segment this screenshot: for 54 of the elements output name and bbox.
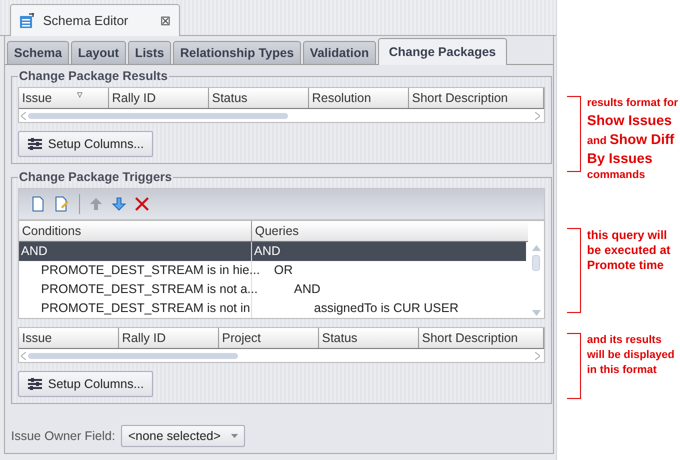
condition-item[interactable]: PROMOTE_DEST_STREAM is in hie... — [19, 261, 260, 280]
new-document-icon[interactable] — [31, 196, 45, 212]
group-title: Change Package Results — [18, 69, 169, 83]
column-header[interactable]: Short Description — [419, 328, 544, 348]
scroll-down-icon[interactable] — [532, 310, 540, 316]
setup-columns-button[interactable]: Setup Columns... — [18, 371, 153, 397]
column-header[interactable]: Conditions — [19, 221, 252, 241]
column-header[interactable]: Issue ▿ — [19, 88, 109, 108]
edit-document-icon[interactable] — [54, 196, 70, 212]
annotation: and its results will be displayed in this format — [587, 333, 676, 378]
column-header[interactable]: Issue — [19, 328, 119, 348]
scroll-right-icon[interactable] — [535, 112, 540, 120]
close-button[interactable]: ⊠ — [160, 13, 171, 28]
query-item[interactable]: assignedTo is CUR USER — [252, 299, 458, 318]
bracket — [567, 333, 581, 399]
tab[interactable]: Change Packages — [378, 38, 507, 65]
scroll-thumb[interactable] — [532, 255, 540, 271]
condition-item[interactable]: PROMOTE_DEST_STREAM is not in — [19, 299, 250, 318]
scroll-left-icon[interactable] — [21, 112, 26, 120]
wrench-icon — [27, 137, 43, 151]
column-header[interactable]: Rally ID — [119, 328, 219, 348]
scroll-right-icon[interactable] — [535, 352, 540, 360]
group-title: Change Package Triggers — [18, 170, 173, 184]
column-header[interactable]: Queries — [252, 221, 526, 241]
column-header[interactable]: Status — [319, 328, 419, 348]
column-header[interactable]: Short Description — [409, 88, 544, 108]
scroll-thumb[interactable] — [28, 352, 238, 358]
tab[interactable]: Schema — [7, 41, 69, 64]
owner-dropdown[interactable]: <none selected> — [121, 425, 245, 447]
condition-item[interactable]: AND — [19, 242, 48, 261]
caret-icon — [230, 434, 238, 438]
delete-icon[interactable] — [135, 197, 149, 211]
annotation: results format for Show Issues and Show Diff By Issues commands — [587, 96, 679, 183]
column-header[interactable]: Resolution — [309, 88, 409, 108]
field-label: Issue Owner Field: — [11, 429, 116, 443]
condition-item[interactable]: PROMOTE_DEST_STREAM is not a... — [19, 280, 258, 299]
setup-columns-button[interactable]: Setup Columns... — [18, 131, 153, 157]
tab[interactable]: Validation — [302, 41, 376, 64]
column-header[interactable]: Project — [219, 328, 319, 348]
query-item[interactable]: AND — [252, 242, 280, 261]
column-header[interactable]: Rally ID — [109, 88, 209, 108]
column-header[interactable]: Status — [209, 88, 309, 108]
tab[interactable]: Layout — [70, 41, 126, 64]
wrench-icon — [27, 377, 43, 391]
down-arrow-icon[interactable] — [112, 196, 126, 212]
schema-icon — [19, 12, 35, 28]
tab[interactable]: Relationship Types — [173, 41, 301, 64]
up-arrow-icon[interactable] — [89, 196, 103, 212]
tab[interactable]: Lists — [128, 41, 172, 64]
scroll-left-icon[interactable] — [21, 352, 26, 360]
scroll-up-icon[interactable] — [532, 245, 540, 251]
scroll-thumb[interactable] — [28, 112, 288, 118]
editor-tab[interactable]: Schema Editor ⊠ — [10, 4, 180, 36]
annotation: this query will be executed at Promote time — [587, 228, 672, 273]
